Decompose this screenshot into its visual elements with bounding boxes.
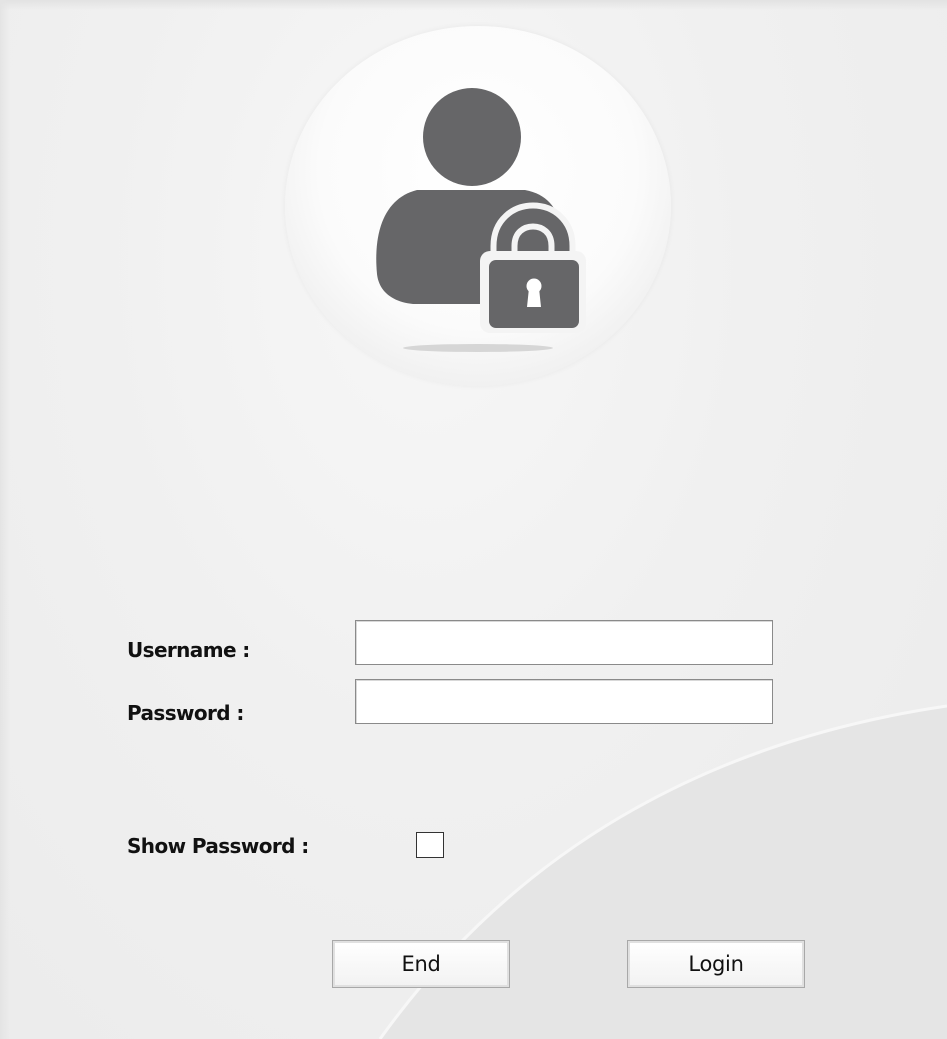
password-input[interactable] bbox=[355, 679, 773, 724]
show-password-checkbox[interactable] bbox=[416, 832, 444, 858]
avatar-badge bbox=[285, 26, 671, 386]
username-input[interactable] bbox=[355, 620, 773, 665]
show-password-label: Show Password : bbox=[127, 834, 309, 858]
login-window: Username : Password : Show Password : En… bbox=[0, 0, 947, 1039]
password-label: Password : bbox=[127, 701, 244, 725]
username-label: Username : bbox=[127, 638, 250, 662]
user-lock-icon bbox=[376, 88, 586, 352]
end-button[interactable]: End bbox=[332, 940, 510, 988]
user-head-icon bbox=[423, 88, 521, 186]
login-button[interactable]: Login bbox=[627, 940, 805, 988]
